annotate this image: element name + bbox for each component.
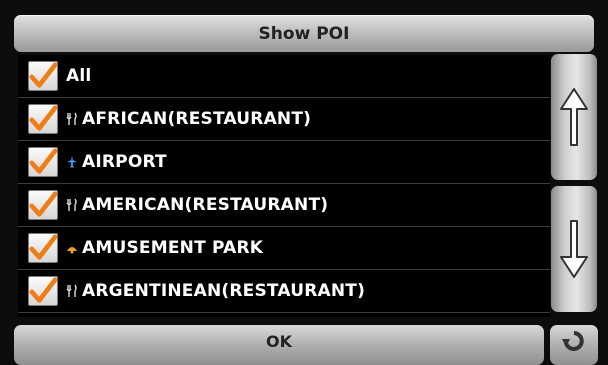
checkmark-icon [29,234,57,260]
poi-item-label: All [66,66,92,86]
back-button[interactable] [550,325,598,365]
checkmark-icon [29,148,57,174]
poi-item-african-restaurant[interactable]: AFRICAN(RESTAURANT) [18,98,550,141]
checkbox[interactable] [28,104,58,134]
back-icon [562,331,584,351]
ok-button-label: OK [266,332,292,351]
poi-item-american-restaurant[interactable]: AMERICAN(RESTAURANT) [18,184,550,227]
poi-item-label: AIRPORT [82,152,167,172]
scroll-up-button[interactable] [551,54,597,180]
checkmark-icon [29,105,57,131]
amusement-park-icon [65,241,79,255]
airplane-icon [65,155,79,169]
poi-item-label: AMERICAN(RESTAURANT) [82,195,329,215]
fork-knife-icon [65,284,79,298]
arrow-up-icon [560,88,588,146]
checkbox[interactable] [28,233,58,263]
poi-item-amusement-park[interactable]: AMUSEMENT PARK [18,227,550,270]
arrow-down-icon [560,220,588,278]
checkbox[interactable] [28,190,58,220]
checkbox[interactable] [28,61,58,91]
checkbox[interactable] [28,147,58,177]
title-bar: Show POI [14,15,594,52]
poi-item-label: AFRICAN(RESTAURANT) [82,109,312,129]
checkmark-icon [29,62,57,88]
poi-item-airport[interactable]: AIRPORT [18,141,550,184]
fork-knife-icon [65,112,79,126]
scroll-down-button[interactable] [551,186,597,312]
poi-item-label: AMUSEMENT PARK [82,238,264,258]
checkmark-icon [29,191,57,217]
fork-knife-icon [65,198,79,212]
checkbox[interactable] [28,276,58,306]
poi-item-all[interactable]: All [18,55,550,98]
poi-item-argentinean-restaurant[interactable]: ARGENTINEAN(RESTAURANT) [18,270,550,313]
poi-item-label: ARGENTINEAN(RESTAURANT) [82,281,366,301]
ok-button[interactable]: OK [14,325,544,365]
checkmark-icon [29,277,57,303]
poi-list: All AFRICAN(RESTAURANT) AIRPORT AMERICAN… [18,55,550,317]
page-title: Show POI [258,23,350,44]
